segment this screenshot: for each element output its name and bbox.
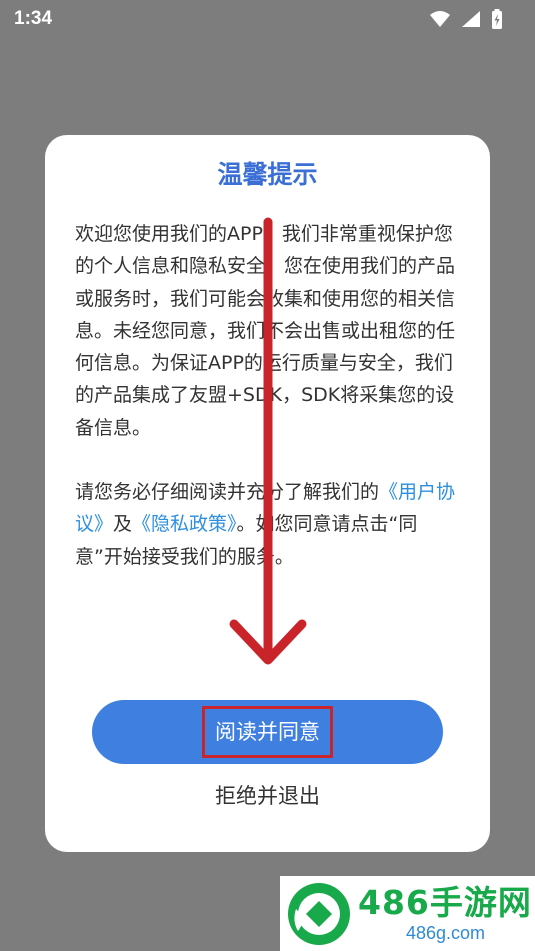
watermark: 486手游网 486g.com bbox=[280, 876, 535, 951]
watermark-logo-icon bbox=[288, 882, 350, 945]
refuse-button[interactable]: 拒绝并退出 bbox=[45, 780, 490, 810]
watermark-text: 486手游网 486g.com bbox=[358, 882, 532, 944]
watermark-domain: 486g.com bbox=[406, 922, 486, 943]
status-time: 1:34 bbox=[14, 8, 53, 29]
agree-button[interactable]: 阅读并同意 bbox=[92, 700, 443, 764]
watermark-brand: 486手游网 bbox=[358, 882, 532, 922]
wifi-icon bbox=[430, 11, 450, 27]
agreement-paragraph: 请您务必仔细阅读并充分了解我们的《用户协议》及《隐私政策》。如您同意请点击“同意… bbox=[75, 476, 460, 573]
battery-charging-icon bbox=[492, 9, 502, 29]
privacy-policy-link[interactable]: 《隐私政策》 bbox=[132, 513, 237, 535]
privacy-dialog: 温馨提示 欢迎您使用我们的APP！我们非常重视保护您的个人信息和隐私安全。您在使… bbox=[45, 135, 490, 852]
agree-button-label: 阅读并同意 bbox=[202, 706, 333, 758]
dialog-title: 温馨提示 bbox=[217, 160, 318, 189]
status-icons bbox=[429, 9, 503, 29]
dialog-body: 欢迎您使用我们的APP！我们非常重视保护您的个人信息和隐私安全。您在使用我们的产… bbox=[75, 218, 460, 573]
agreement-and-text: 及 bbox=[113, 513, 133, 536]
signal-icon bbox=[462, 11, 480, 27]
status-bar: 1:34 bbox=[0, 0, 535, 38]
agreement-text-before: 请您务必仔细阅读并充分了解我们的 bbox=[75, 481, 380, 504]
privacy-notice-paragraph: 欢迎您使用我们的APP！我们非常重视保护您的个人信息和隐私安全。您在使用我们的产… bbox=[75, 223, 456, 439]
